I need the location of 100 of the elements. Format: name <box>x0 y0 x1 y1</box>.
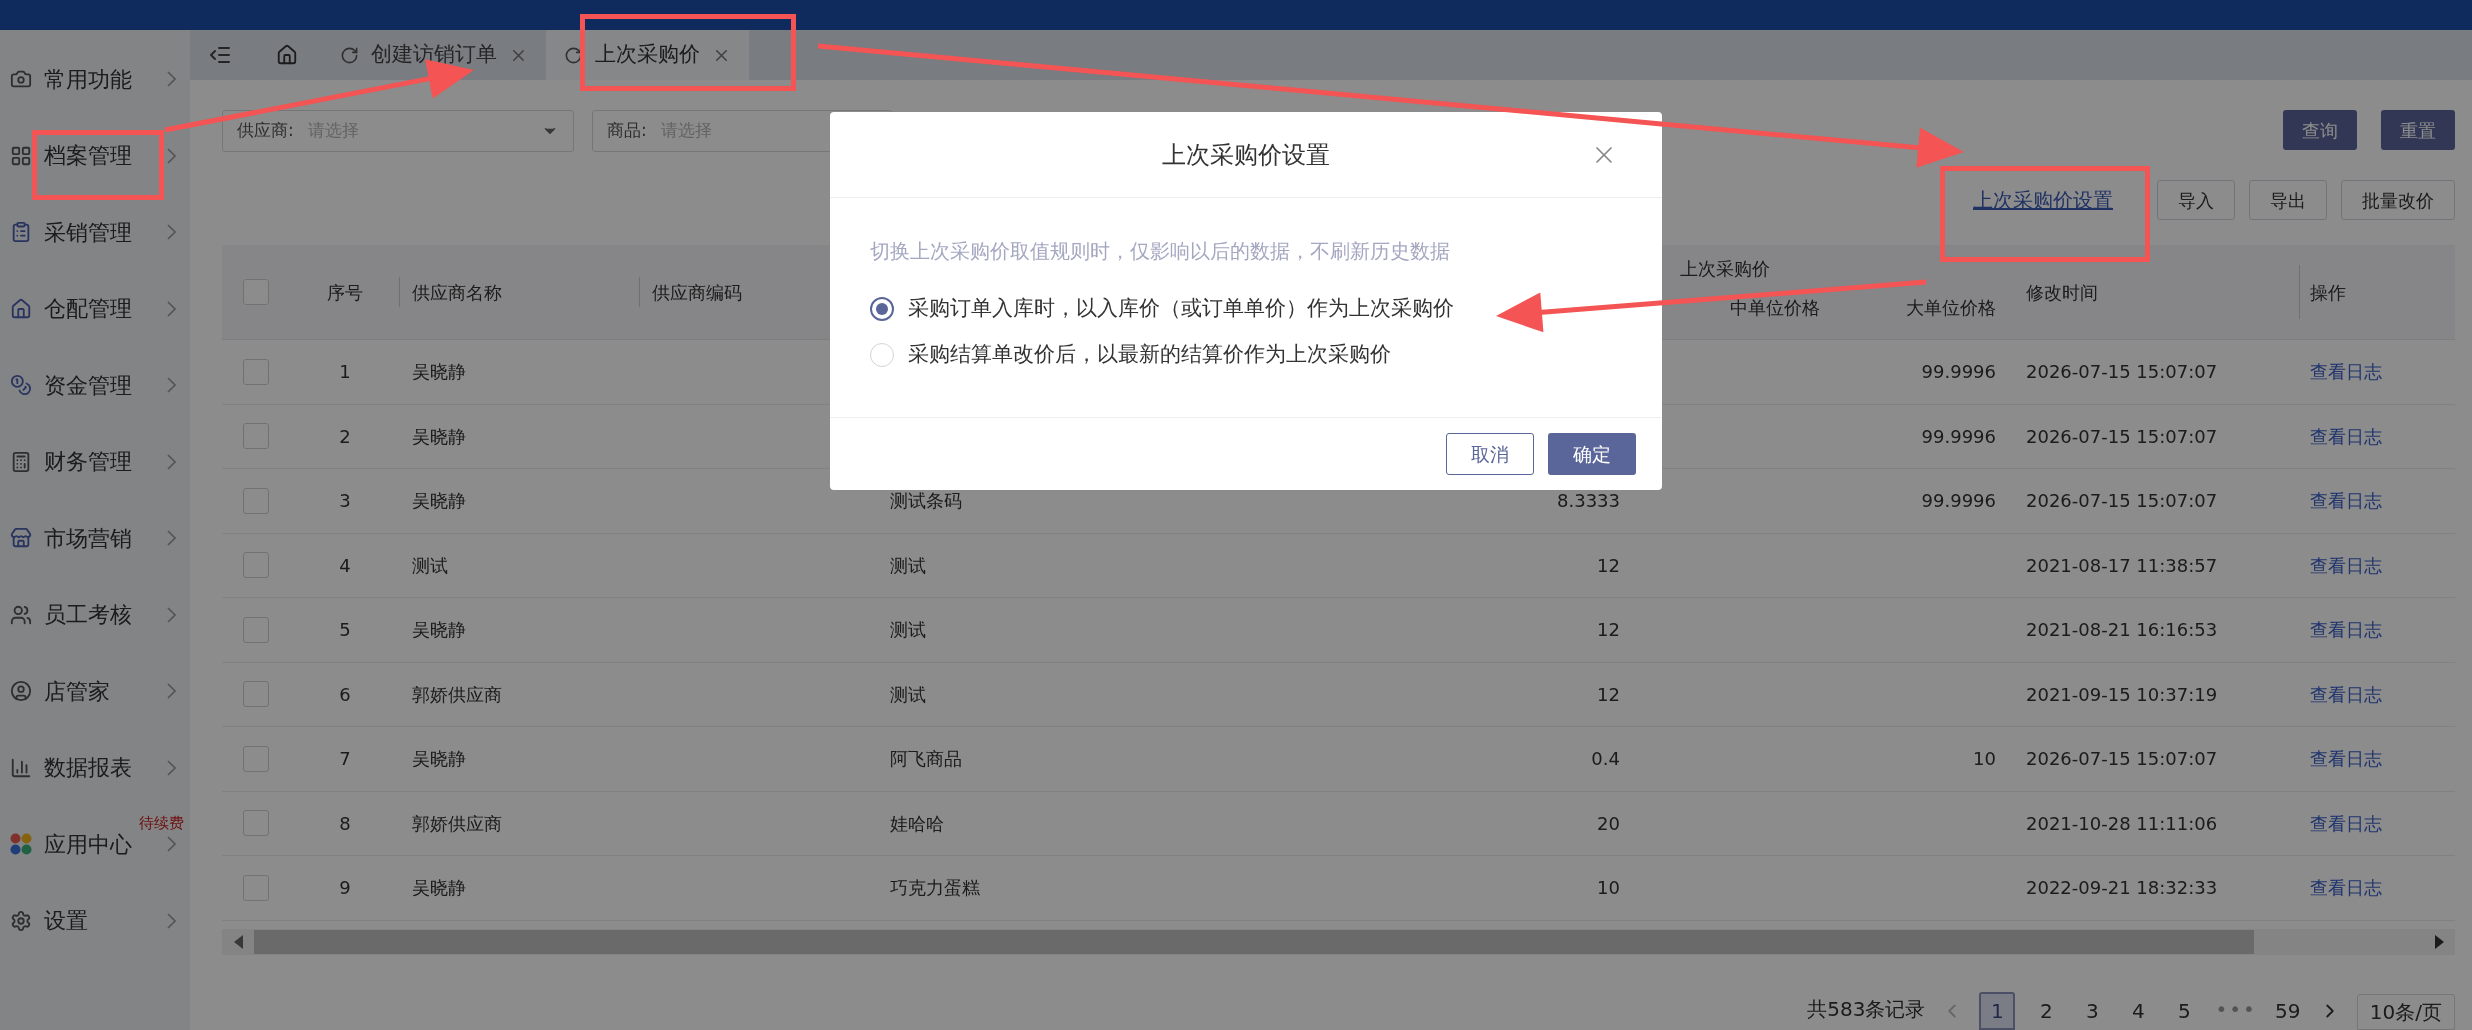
view-log-link[interactable]: 查看日志 <box>2310 809 2382 837</box>
chevron-right-icon <box>167 377 176 394</box>
sidebar-item[interactable]: 员工考核 <box>0 576 190 653</box>
dialog-hint: 切换上次采购价取值规则时，仅影响以后的数据，不刷新历史数据 <box>870 238 1451 265</box>
table-cell-text: 郭娇供应商 <box>412 811 502 836</box>
page-size-select[interactable]: 10条/页 <box>2356 994 2455 1030</box>
sidebar-item[interactable]: 仓配管理 <box>0 270 190 347</box>
page-tab[interactable]: 上次采购价 <box>546 30 749 80</box>
page-number[interactable]: 4 <box>2123 992 2154 1030</box>
table-cell-text: 4 <box>339 553 351 578</box>
table-cell-text: 2026-07-15 15:07:07 <box>2026 747 2218 772</box>
scroll-left-icon[interactable] <box>233 934 243 949</box>
page-number[interactable]: 59 <box>2272 992 2303 1030</box>
scroll-right-icon[interactable] <box>2434 934 2444 949</box>
table-cell-text: 测试 <box>412 553 448 578</box>
column-header: 序号 <box>326 280 363 305</box>
chevron-right-icon <box>167 147 176 164</box>
view-log-link[interactable]: 查看日志 <box>2310 487 2382 515</box>
table-cell-text: 99.9996 <box>1921 424 1996 449</box>
row-checkbox[interactable] <box>243 874 269 901</box>
table-cell-text: 吴晓静 <box>412 747 466 772</box>
sidebar-item[interactable]: 设置 <box>0 882 190 959</box>
row-checkbox[interactable] <box>243 358 269 385</box>
horizontal-scrollbar[interactable] <box>222 928 2455 955</box>
toolbar-button[interactable]: 导出 <box>2249 180 2327 220</box>
column-header: 供应商名称 <box>412 280 502 305</box>
last-price-settings-link[interactable]: 上次采购价设置 <box>1973 185 2113 215</box>
refresh-icon[interactable] <box>340 45 359 65</box>
chevron-right-icon <box>167 683 176 700</box>
rule-radio-option[interactable]: 采购结算单改价后，以最新的结算价作为上次采购价 <box>870 332 1622 378</box>
sidebar-item[interactable]: 采销管理 <box>0 194 190 271</box>
view-log-link[interactable]: 查看日志 <box>2310 874 2382 902</box>
table-cell-text: 12 <box>1597 618 1620 643</box>
row-checkbox[interactable] <box>243 745 269 772</box>
sidebar-item[interactable]: 常用功能 <box>0 41 190 118</box>
bar-chart-icon <box>10 756 32 779</box>
view-log-link[interactable]: 查看日志 <box>2310 551 2382 579</box>
column-group-header: 上次采购价 <box>1679 257 1771 281</box>
page-number[interactable]: 1 <box>1979 992 2016 1030</box>
query-button[interactable]: 查询 <box>2283 110 2357 150</box>
rule-radio-option[interactable]: 采购订单入库时，以入库价（或订单单价）作为上次采购价 <box>870 286 1622 332</box>
table-cell-text: 吴晓静 <box>412 618 466 643</box>
view-log-link[interactable]: 查看日志 <box>2310 616 2382 644</box>
row-checkbox[interactable] <box>243 423 269 450</box>
table-cell-text: 2026-07-15 15:07:07 <box>2026 489 2218 514</box>
toolbar-button[interactable]: 导入 <box>2157 180 2235 220</box>
table-cell-text: 12 <box>1597 553 1620 578</box>
table-cell-text: 12 <box>1597 682 1620 707</box>
sidebar-item[interactable]: 资金管理 <box>0 347 190 424</box>
row-checkbox[interactable] <box>243 552 269 579</box>
table-cell-text: 2022-09-21 18:32:33 <box>2026 876 2218 901</box>
view-log-link[interactable]: 查看日志 <box>2310 745 2382 773</box>
table-cell-text: 吴晓静 <box>412 424 466 449</box>
table-cell-text: 99.9996 <box>1921 489 1996 514</box>
confirm-button[interactable]: 确定 <box>1548 433 1636 475</box>
user-circle-icon <box>10 680 32 703</box>
sidebar-item[interactable]: 档案管理 <box>0 117 190 194</box>
row-checkbox[interactable] <box>243 487 269 514</box>
calculator-icon <box>10 450 32 473</box>
home-icon[interactable] <box>276 44 298 66</box>
page-number[interactable]: 5 <box>2169 992 2200 1030</box>
page-number[interactable]: 3 <box>2077 992 2108 1030</box>
view-log-link[interactable]: 查看日志 <box>2310 358 2382 386</box>
toolbar-button[interactable]: 批量改价 <box>2341 180 2455 220</box>
table-cell-text: 巧克力蛋糕 <box>890 876 980 901</box>
table-cell-text: 0.4 <box>1591 747 1620 772</box>
table-cell-text: 9 <box>339 876 351 901</box>
view-log-link[interactable]: 查看日志 <box>2310 680 2382 708</box>
sidebar-item[interactable]: 应用中心 待续费 <box>0 806 190 883</box>
table-cell-text: 郭娇供应商 <box>412 682 502 707</box>
view-log-link[interactable]: 查看日志 <box>2310 422 2382 450</box>
reset-button[interactable]: 重置 <box>2381 110 2455 150</box>
coins-icon <box>10 374 32 397</box>
table-cell-text: 吴晓静 <box>412 876 466 901</box>
row-checkbox[interactable] <box>243 681 269 708</box>
chevron-right-icon <box>167 530 176 547</box>
table-cell-text: 5 <box>339 618 351 643</box>
cancel-button[interactable]: 取消 <box>1446 433 1534 475</box>
sidebar-item[interactable]: 数据报表 <box>0 729 190 806</box>
settings-icon <box>10 909 32 932</box>
table-cell-text: 测试 <box>890 618 926 643</box>
sidebar-item[interactable]: 财务管理 <box>0 423 190 500</box>
table-cell-text: 2021-08-17 11:38:57 <box>2026 553 2218 578</box>
table-cell-text: 8.3333 <box>1557 489 1620 514</box>
table-cell-text: 2026-07-15 15:07:07 <box>2026 360 2218 385</box>
row-checkbox[interactable] <box>243 810 269 837</box>
sidebar-item[interactable]: 市场营销 <box>0 500 190 577</box>
table-cell-text: 测试 <box>890 553 926 578</box>
page-number[interactable]: 2 <box>2031 992 2062 1030</box>
chevron-right-icon <box>167 224 176 241</box>
sidebar-item[interactable]: 店管家 <box>0 653 190 730</box>
refresh-icon[interactable] <box>564 45 583 65</box>
row-checkbox[interactable] <box>243 616 269 643</box>
chevron-right-icon <box>167 759 176 776</box>
radio-button[interactable] <box>870 297 894 321</box>
table-cell-text: 3 <box>339 489 351 514</box>
table-cell-text: 吴晓静 <box>412 360 466 385</box>
chevron-right-icon <box>167 71 176 88</box>
select-all-checkbox[interactable] <box>243 279 269 305</box>
total-records: 共583条记录 <box>1807 996 1926 1023</box>
